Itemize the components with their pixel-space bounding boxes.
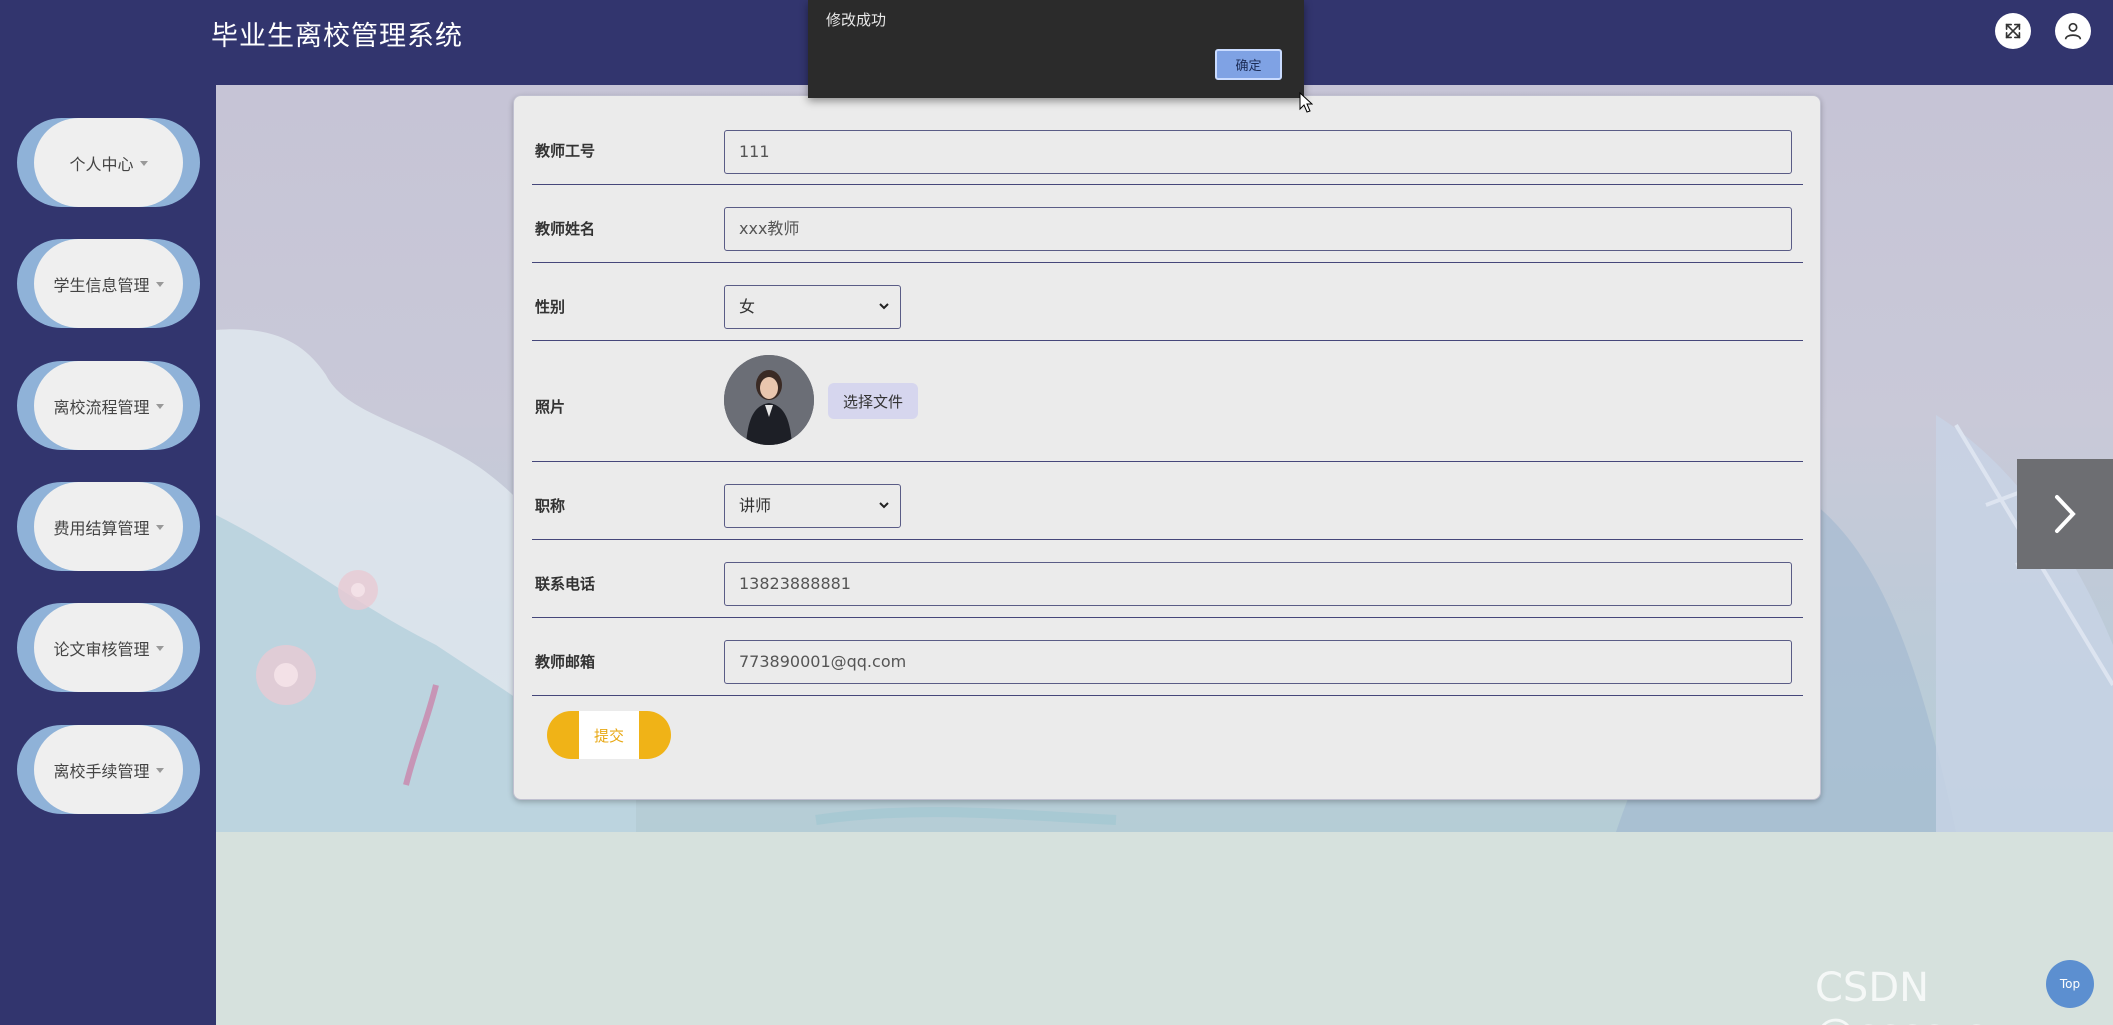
mouse-cursor-icon — [1299, 92, 1313, 113]
user-icon — [2064, 22, 2082, 40]
title-select-value: 讲师 — [739, 496, 772, 515]
next-slide-button[interactable] — [2017, 459, 2113, 569]
sidebar-item-personal-center[interactable]: 个人中心 — [17, 118, 200, 207]
teacher-profile-form: 教师工号 111 教师姓名 xxx教师 性别 女 照片 选择文件 职称 讲师 联… — [513, 95, 1821, 800]
caret-down-icon — [139, 161, 148, 166]
alert-dialog: 修改成功 确定 — [808, 0, 1304, 98]
teacher-id-input[interactable]: 111 — [724, 130, 1792, 174]
chevron-down-icon — [879, 303, 889, 310]
teacher-name-input[interactable]: xxx教师 — [724, 207, 1792, 251]
submit-button-label: 提交 — [579, 711, 639, 759]
user-button[interactable] — [2055, 13, 2091, 49]
app-title: 毕业生离校管理系统 — [211, 21, 463, 52]
teacher-id-label: 教师工号 — [535, 142, 596, 160]
gender-label: 性别 — [535, 298, 566, 316]
alert-ok-button[interactable]: 确定 — [1215, 49, 1282, 80]
email-label: 教师邮箱 — [535, 653, 596, 671]
form-row-photo: 照片 选择文件 — [532, 341, 1803, 462]
fullscreen-button[interactable] — [1995, 13, 2031, 49]
form-row-gender: 性别 女 — [532, 263, 1803, 341]
caret-down-icon — [155, 768, 164, 773]
sidebar-item-leave-procedures[interactable]: 离校手续管理 — [17, 725, 200, 814]
sidebar-item-label: 个人中心 — [69, 154, 134, 174]
phone-label: 联系电话 — [535, 575, 596, 593]
sidebar-item-fee-settlement[interactable]: 费用结算管理 — [17, 482, 200, 571]
caret-down-icon — [155, 404, 164, 409]
watermark-text: CSDN @cccc_cz — [1815, 965, 2006, 1025]
teacher-photo — [724, 355, 814, 445]
title-select[interactable]: 讲师 — [724, 484, 901, 528]
sidebar-item-label: 费用结算管理 — [53, 518, 150, 538]
chevron-right-icon — [2055, 495, 2076, 533]
sidebar: 个人中心 学生信息管理 离校流程管理 费用结算管理 论文审核管理 离校手续管理 — [0, 85, 216, 1025]
submit-button[interactable]: 提交 — [547, 711, 671, 759]
chevron-down-icon — [879, 502, 889, 509]
sidebar-item-thesis-review[interactable]: 论文审核管理 — [17, 603, 200, 692]
sidebar-item-leave-process[interactable]: 离校流程管理 — [17, 361, 200, 450]
title-label: 职称 — [535, 497, 566, 515]
gender-select[interactable]: 女 — [724, 285, 901, 329]
form-row-phone: 联系电话 13823888881 — [532, 540, 1803, 618]
form-row-teacher-name: 教师姓名 xxx教师 — [532, 185, 1803, 263]
teacher-name-label: 教师姓名 — [535, 220, 596, 238]
caret-down-icon — [155, 646, 164, 651]
caret-down-icon — [155, 282, 164, 287]
sidebar-item-label: 离校手续管理 — [53, 761, 150, 781]
choose-file-button[interactable]: 选择文件 — [828, 383, 918, 419]
sidebar-item-label: 论文审核管理 — [53, 639, 150, 659]
caret-down-icon — [155, 525, 164, 530]
email-input[interactable]: 773890001@qq.com — [724, 640, 1792, 684]
sidebar-item-label: 学生信息管理 — [53, 275, 150, 295]
photo-label: 照片 — [535, 398, 566, 416]
sidebar-item-label: 离校流程管理 — [53, 397, 150, 417]
expand-icon — [2005, 23, 2021, 39]
form-row-email: 教师邮箱 773890001@qq.com — [532, 618, 1803, 696]
form-row-teacher-id: 教师工号 111 — [532, 96, 1803, 185]
gender-select-value: 女 — [739, 297, 756, 316]
phone-input[interactable]: 13823888881 — [724, 562, 1792, 606]
avatar-image — [724, 355, 814, 445]
sidebar-item-student-info[interactable]: 学生信息管理 — [17, 239, 200, 328]
form-row-title: 职称 讲师 — [532, 462, 1803, 540]
alert-message: 修改成功 — [826, 11, 887, 29]
